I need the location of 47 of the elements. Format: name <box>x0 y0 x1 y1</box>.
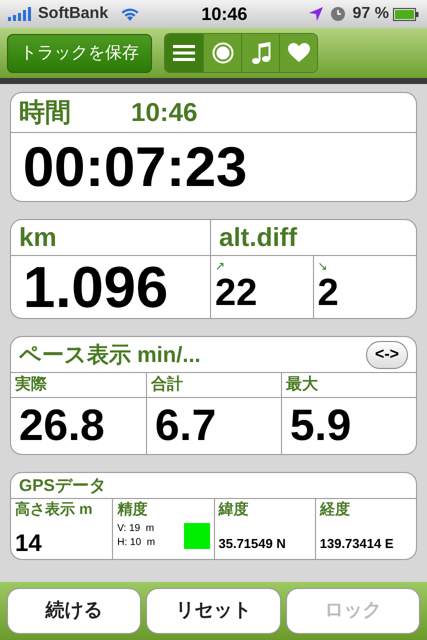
pace-value: 5.9 <box>289 400 352 452</box>
segment-tab[interactable] <box>165 34 203 72</box>
battery-icon <box>393 8 419 20</box>
gps-title: GPSデータ <box>19 474 106 497</box>
save-track-button[interactable]: トラックを保存 <box>7 34 152 72</box>
segment-tab[interactable] <box>203 34 241 72</box>
accuracy-label: 精度 <box>117 500 148 520</box>
altitude-value: 14 <box>15 528 43 558</box>
music-note-icon <box>250 41 270 65</box>
descent-value: 2 <box>318 272 340 314</box>
latitude-label: 緯度 <box>218 500 250 520</box>
pace-value: 6.7 <box>154 400 218 452</box>
pace-value: 26.8 <box>18 400 106 452</box>
altitude-label: 高さ表示 m <box>15 500 94 520</box>
current-time: 10:46 <box>131 96 198 129</box>
vertical-accuracy: V: 19 m <box>117 522 156 536</box>
toggle-button[interactable]: <-> <box>366 340 408 368</box>
menu-icon <box>173 44 195 62</box>
location-arrow-icon <box>308 7 323 21</box>
pace-label: 最大 <box>282 373 416 398</box>
ascent-arrow: ↗ <box>215 260 225 272</box>
alarm-clock-icon <box>330 7 345 21</box>
latitude-value: 35.71549 N <box>218 534 287 552</box>
action-button[interactable]: 続ける <box>7 588 142 634</box>
wifi-icon <box>120 7 140 21</box>
elapsed-time: 00:07:23 <box>22 134 248 200</box>
action-button[interactable]: リセット <box>146 588 281 634</box>
ascent-value: 22 <box>215 272 258 314</box>
longitude-value: 139.73414 E <box>320 534 394 552</box>
horizontal-accuracy: H: 10 m <box>117 536 156 550</box>
record-icon <box>212 42 234 64</box>
battery-percent: 97 % <box>352 4 389 24</box>
altitude-diff-label: alt.diff <box>219 221 297 254</box>
time-label: 時間 <box>19 96 71 129</box>
pace-label: 合計 <box>147 373 281 398</box>
signal-icon <box>8 7 34 21</box>
clock: 10:46 <box>201 2 248 26</box>
descent-arrow: ↘ <box>318 260 328 272</box>
heart-icon <box>288 43 310 63</box>
carrier-name: SoftBank <box>38 4 108 24</box>
pace-label: 実際 <box>11 373 146 398</box>
segment-tab[interactable] <box>279 34 317 72</box>
pace-title: ペース表示 min/... <box>19 341 201 369</box>
distance-label: km <box>19 221 57 254</box>
distance-value: 1.096 <box>23 254 168 322</box>
segment-tab[interactable] <box>241 34 279 72</box>
longitude-label: 経度 <box>320 500 351 520</box>
